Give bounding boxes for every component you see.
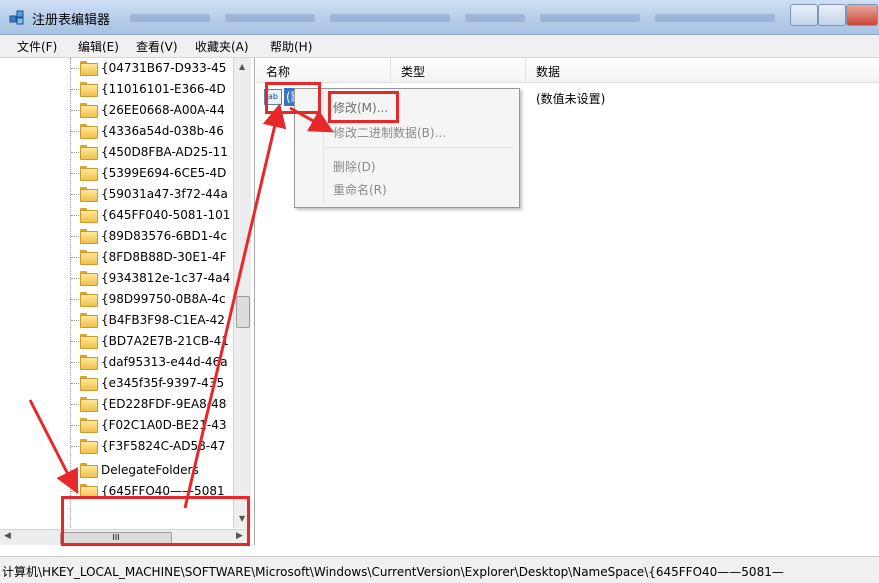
arrow-to-modify (289, 106, 334, 133)
arrow-to-default-value (183, 103, 287, 509)
annotation-arrows (28, 103, 334, 509)
arrow-to-tree-key (28, 399, 79, 495)
